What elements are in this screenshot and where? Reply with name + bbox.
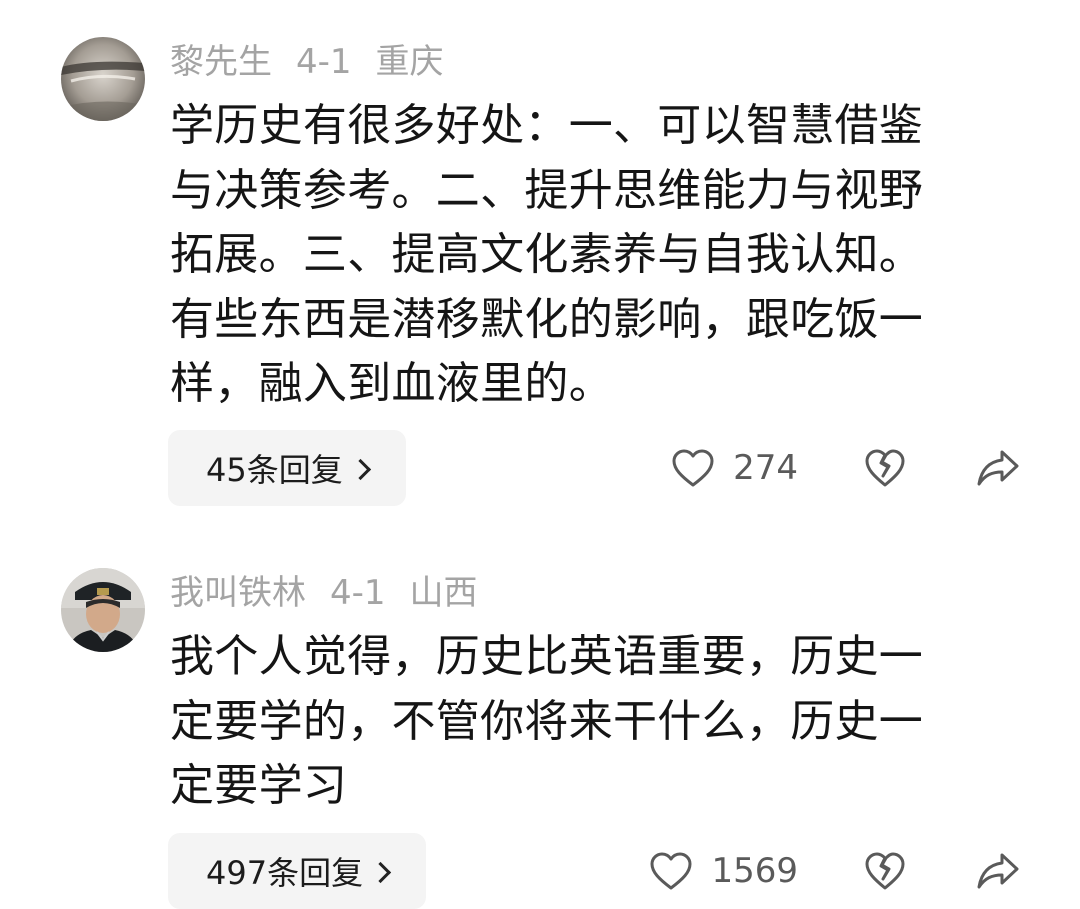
- comment-meta: 黎先生 4-1 重庆: [170, 42, 468, 82]
- replies-label: 497条回复: [206, 854, 364, 892]
- share-button[interactable]: [976, 448, 1020, 488]
- replies-label: 45条回复: [206, 451, 343, 489]
- like-button[interactable]: 1569: [649, 851, 798, 891]
- heart-outline-icon: [672, 449, 714, 487]
- view-replies-button[interactable]: 45条回复: [168, 430, 406, 506]
- dislike-button[interactable]: [864, 448, 906, 488]
- avatar[interactable]: [61, 568, 145, 652]
- comment-actions: 274: [671, 430, 1020, 506]
- view-replies-button[interactable]: 497条回复: [168, 833, 427, 909]
- comment-date: 4-1: [296, 42, 352, 82]
- avatar[interactable]: [61, 37, 145, 121]
- comment-actions: 1569: [649, 833, 1020, 909]
- broken-heart-icon: [865, 852, 905, 890]
- comment-item: 黎先生 4-1 重庆 学历史有很多好处：一、可以智慧借鉴 与决策参考。二、提升思维能…: [0, 0, 1080, 520]
- like-count: 1569: [711, 851, 798, 891]
- heart-outline-icon: [650, 852, 692, 890]
- chevron-right-icon: [369, 861, 392, 883]
- share-arrow-icon: [977, 450, 1019, 486]
- comment-item: 我叫铁林 4-1 山西 我个人觉得，历史比英语重要，历史一 定要学的，不管你将来干什…: [0, 540, 1080, 909]
- comment-location: 重庆: [375, 42, 444, 82]
- chevron-right-icon: [349, 458, 371, 480]
- author-name[interactable]: 黎先生: [170, 42, 272, 82]
- comment-location: 山西: [409, 573, 478, 613]
- comment-text: 学历史有很多好处：一、可以智慧借鉴 与决策参考。二、提升思维能力与视野 拓展。三…: [170, 100, 924, 409]
- like-button[interactable]: 274: [671, 448, 798, 488]
- comment-meta: 我叫铁林 4-1 山西: [170, 573, 502, 613]
- author-name[interactable]: 我叫铁林: [170, 573, 306, 613]
- share-arrow-icon: [977, 853, 1019, 889]
- share-button[interactable]: [976, 851, 1020, 891]
- comment-text: 我个人觉得，历史比英语重要，历史一 定要学的，不管你将来干什么，历史一 定要学习: [170, 631, 924, 811]
- like-count: 274: [733, 448, 798, 488]
- comment-date: 4-1: [330, 573, 386, 613]
- broken-heart-icon: [865, 449, 905, 487]
- dislike-button[interactable]: [864, 851, 906, 891]
